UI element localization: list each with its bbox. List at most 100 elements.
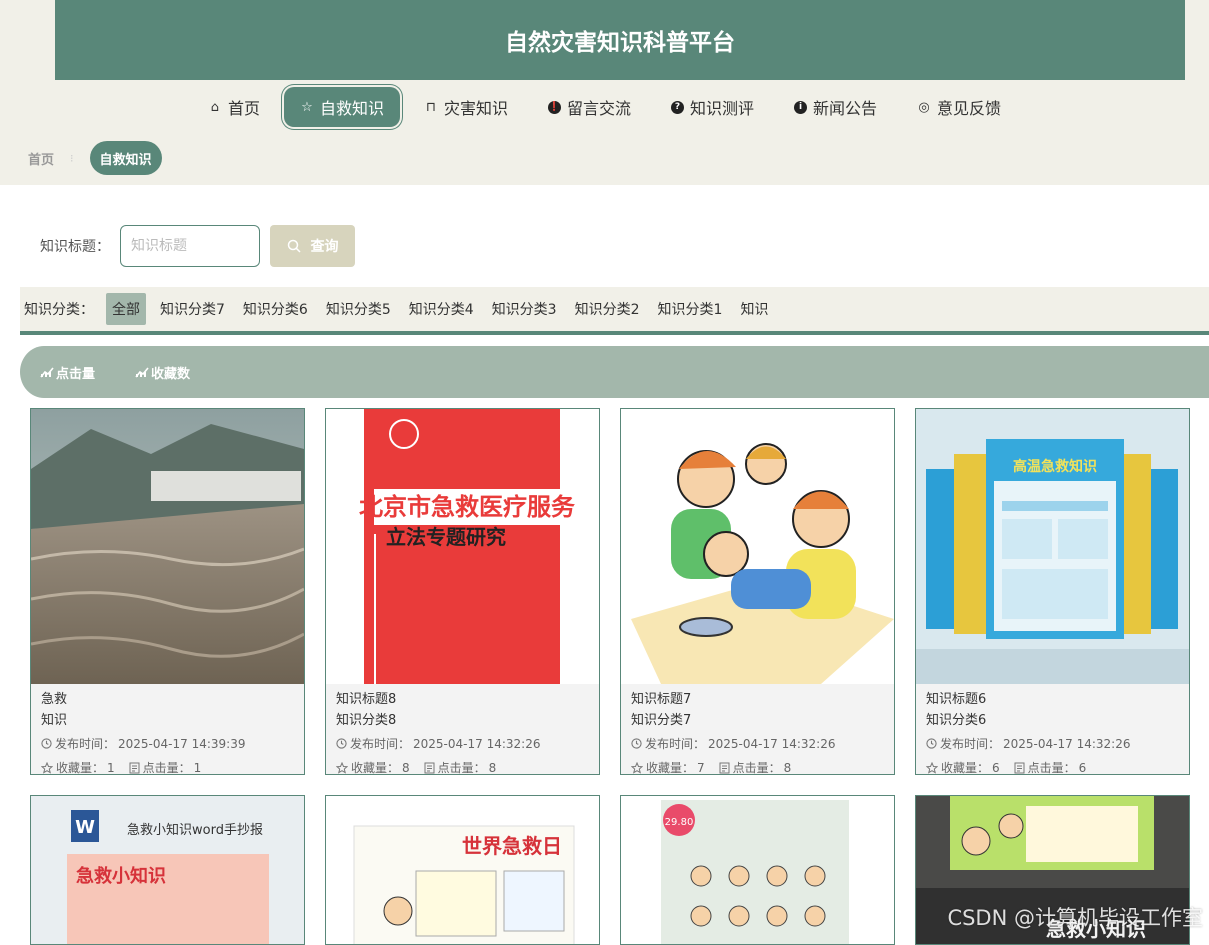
nav-item-0[interactable]: ⌂ 首页 [188, 86, 280, 128]
nav-item-1[interactable]: ☆ 自救知识 [284, 87, 400, 127]
favorites-value: 8 [402, 761, 410, 775]
category-item[interactable]: 知识 [740, 293, 768, 325]
category-item[interactable]: 知识分类5 [326, 293, 391, 325]
card-image[interactable]: 北京市急救医疗服务 立法专题研究 [326, 409, 599, 684]
card-stats: 收藏量：1 点击量：1 [41, 759, 294, 775]
favorites-stat: 收藏量：7 [631, 759, 705, 775]
nav-item-4[interactable]: ?知识测评 [651, 86, 774, 128]
divider [20, 331, 1209, 335]
breadcrumb: 首页 ⁝ 自救知识 [28, 141, 162, 175]
search-input[interactable] [120, 225, 260, 267]
publish-time-label: 发布时间： [645, 735, 705, 752]
category-item[interactable]: 知识分类4 [409, 293, 474, 325]
category-item[interactable]: 知识分类2 [575, 293, 640, 325]
category-item[interactable]: 知识分类6 [243, 293, 308, 325]
document-icon [129, 762, 140, 774]
knowledge-card[interactable]: 世界急救日 [325, 795, 600, 945]
card-image[interactable]: 高温急救知识 [916, 409, 1189, 684]
document-icon [1014, 762, 1025, 774]
category-item[interactable]: 知识分类1 [658, 293, 723, 325]
knowledge-card[interactable]: 北京市急救医疗服务 立法专题研究 知识标题8 知识分类8 发布时间：2025-0… [325, 408, 600, 775]
clicks-stat: 点击量：8 [719, 759, 792, 775]
chart-icon [135, 366, 149, 378]
category-item[interactable]: 知识分类7 [160, 293, 225, 325]
knowledge-card[interactable]: 知识标题7 知识分类7 发布时间：2025-04-17 14:32:26 收藏量… [620, 408, 895, 775]
chart-icon [40, 366, 54, 378]
card-stats: 收藏量：6 点击量：6 [926, 759, 1179, 775]
card-stats: 收藏量：7 点击量：8 [631, 759, 884, 775]
card-title: 知识标题6 [926, 688, 1179, 707]
clicks-label: 点击量： [438, 759, 486, 775]
sort-favorites-label: 收藏数 [151, 363, 190, 382]
search-icon [287, 239, 301, 253]
search-label: 知识标题： [40, 236, 120, 256]
publish-time-label: 发布时间： [940, 735, 1000, 752]
document-icon [719, 762, 730, 774]
clicks-value: 6 [1079, 761, 1087, 775]
card-category: 知识分类8 [336, 709, 589, 729]
publish-time-value: 2025-04-17 14:32:26 [708, 737, 835, 751]
card-image[interactable]: W 急救小知识word手抄报 急救小知识 [31, 796, 304, 945]
card-stats: 收藏量：8 点击量：8 [336, 759, 589, 775]
publish-time-value: 2025-04-17 14:32:26 [413, 737, 540, 751]
nav-item-label: 自救知识 [320, 95, 384, 119]
category-label: 知识分类： [24, 299, 94, 319]
clock-icon [41, 738, 52, 749]
clicks-label: 点击量： [1028, 759, 1076, 775]
publish-time-value: 2025-04-17 14:39:39 [118, 737, 245, 751]
star-icon: ☆ [300, 100, 314, 115]
card-image[interactable]: 29.80 [621, 796, 894, 945]
knowledge-card[interactable]: 29.80 [620, 795, 895, 945]
favorites-value: 6 [992, 761, 1000, 775]
question-icon: ? [671, 101, 684, 114]
category-item[interactable]: 全部 [106, 293, 146, 325]
clicks-label: 点击量： [143, 759, 191, 775]
card-publish-time: 发布时间：2025-04-17 14:32:26 [336, 735, 589, 752]
knowledge-card[interactable]: 急救 知识 发布时间：2025-04-17 14:39:39 收藏量：1 点击量… [30, 408, 305, 775]
sort-clicks-label: 点击量 [56, 363, 95, 382]
search-bar: 知识标题： 查询 [40, 225, 355, 267]
publish-time-label: 发布时间： [55, 735, 115, 752]
sort-favorites-button[interactable]: 收藏数 [135, 363, 190, 382]
favorites-stat: 收藏量：6 [926, 759, 1000, 775]
card-category: 知识 [41, 709, 294, 729]
breadcrumb-current: 自救知识 [90, 141, 162, 175]
card-image[interactable]: 世界急救日 [326, 796, 599, 945]
alert-icon: ❗ [548, 101, 561, 114]
nav-item-3[interactable]: ❗ 留言交流 [528, 86, 651, 128]
star-icon [926, 762, 938, 774]
card-category: 知识分类7 [631, 709, 884, 729]
svg-text:急救小知识: 急救小知识 [76, 865, 166, 887]
search-button[interactable]: 查询 [270, 225, 355, 267]
home-icon: ⌂ [208, 100, 222, 115]
nav-item-label: 灾害知识 [444, 95, 508, 119]
clicks-stat: 点击量：8 [424, 759, 497, 775]
clock-icon [926, 738, 937, 749]
bag-icon: ⊓ [424, 100, 438, 115]
sort-bar: 点击量 收藏数 [20, 346, 1209, 398]
nav-item-5[interactable]: i新闻公告 [774, 86, 897, 128]
card-image[interactable] [31, 409, 304, 684]
knowledge-card[interactable]: W 急救小知识word手抄报 急救小知识 [30, 795, 305, 945]
sort-clicks-button[interactable]: 点击量 [40, 363, 95, 382]
card-category: 知识分类6 [926, 709, 1179, 729]
category-item[interactable]: 知识分类3 [492, 293, 557, 325]
card-publish-time: 发布时间：2025-04-17 14:32:26 [631, 735, 884, 752]
svg-text:立法专题研究: 立法专题研究 [386, 525, 506, 549]
card-image[interactable] [621, 409, 894, 684]
star-icon [336, 762, 348, 774]
clicks-label: 点击量： [733, 759, 781, 775]
nav-item-label: 首页 [228, 95, 260, 119]
header-area: 自然灾害知识科普平台 ⌂首页☆自救知识⊓灾害知识❗留言交流?知识测评i新闻公告◎… [0, 0, 1209, 185]
favorites-label: 收藏量： [941, 759, 989, 775]
favorites-value: 7 [697, 761, 705, 775]
knowledge-card[interactable]: 高温急救知识 知识标题6 知识分类6 发布时间：2025-04-17 14:32… [915, 408, 1190, 775]
clicks-stat: 点击量：6 [1014, 759, 1087, 775]
nav-item-6[interactable]: ◎意见反馈 [897, 86, 1021, 128]
nav-item-2[interactable]: ⊓ 灾害知识 [404, 86, 528, 128]
clock-icon [631, 738, 642, 749]
breadcrumb-home[interactable]: 首页 [28, 149, 54, 168]
clicks-value: 1 [194, 761, 202, 775]
publish-time-label: 发布时间： [350, 735, 410, 752]
nav-item-label: 留言交流 [567, 95, 631, 119]
